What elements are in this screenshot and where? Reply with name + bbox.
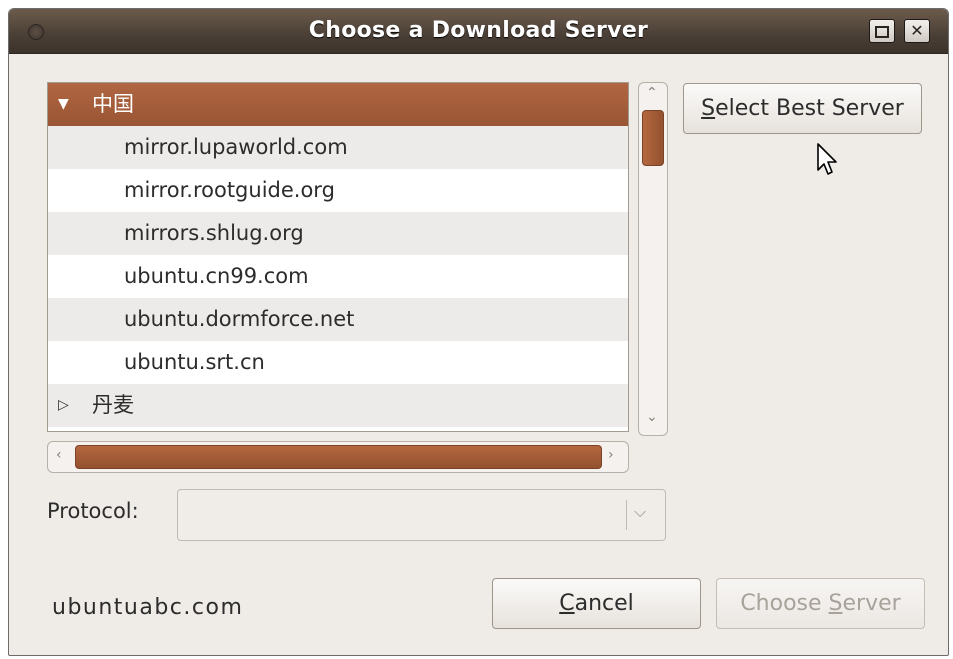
server-row[interactable]: ubuntu.srt.cn	[48, 341, 628, 384]
server-name: ubuntu.cn99.com	[124, 264, 309, 288]
server-name: mirror.rootguide.org	[124, 178, 335, 202]
horizontal-scrollbar[interactable]: ‹ ›	[47, 441, 629, 473]
group-row-china[interactable]: ▼ 中国	[48, 83, 628, 126]
server-row[interactable]: ubuntu.dormforce.net	[48, 298, 628, 341]
scroll-down-icon[interactable]: ⌄	[646, 409, 658, 425]
scroll-up-icon[interactable]: ⌃	[646, 85, 658, 101]
mnemonic-letter: C	[559, 591, 575, 616]
collapsed-triangle-icon[interactable]: ▷	[58, 384, 69, 427]
button-label: elect Best Server	[715, 96, 904, 121]
choose-server-button[interactable]: Choose Server	[716, 578, 925, 629]
server-row[interactable]: mirrors.shlug.org	[48, 212, 628, 255]
server-name: ubuntu.srt.cn	[124, 350, 265, 374]
group-row-denmark[interactable]: ▷ 丹麦	[48, 384, 628, 427]
window-title: Choose a Download Server	[308, 18, 649, 43]
mnemonic-letter: S	[828, 591, 843, 616]
select-best-server-button[interactable]: Select Best Server	[683, 83, 922, 134]
close-button[interactable]: ✕	[904, 19, 930, 43]
close-icon: ✕	[910, 21, 924, 40]
maximize-button[interactable]	[869, 19, 895, 43]
title-bar[interactable]: Choose a Download Server ✕	[9, 9, 948, 54]
button-label: Choose	[740, 591, 829, 616]
horizontal-scroll-thumb[interactable]	[75, 445, 602, 469]
server-row[interactable]: ubuntu.cn99.com	[48, 255, 628, 298]
server-name: mirrors.shlug.org	[124, 221, 304, 245]
vertical-scroll-thumb[interactable]	[642, 110, 664, 166]
server-name: mirror.lupaworld.com	[124, 135, 348, 159]
maximize-icon	[875, 26, 889, 38]
server-row[interactable]: mirror.lupaworld.com	[48, 126, 628, 169]
button-label: ancel	[574, 591, 634, 616]
mnemonic-letter: S	[701, 96, 716, 121]
mouse-pointer-icon	[817, 143, 837, 175]
footer-watermark: ubuntuabc.com	[52, 595, 244, 620]
group-label: 中国	[92, 92, 134, 116]
protocol-combobox[interactable]: ⌵	[177, 489, 666, 541]
download-server-dialog: Choose a Download Server ✕ ▼ 中国 mirror.l…	[8, 8, 949, 656]
protocol-label: Protocol:	[47, 499, 139, 523]
server-tree-list[interactable]: ▼ 中国 mirror.lupaworld.com mirror.rootgui…	[47, 82, 629, 432]
group-label: 丹麦	[92, 393, 134, 417]
expanded-triangle-icon[interactable]: ▼	[58, 83, 69, 126]
cancel-button[interactable]: Cancel	[492, 578, 701, 629]
scroll-right-icon[interactable]: ›	[608, 447, 614, 463]
server-row[interactable]: mirror.rootguide.org	[48, 169, 628, 212]
vertical-scrollbar[interactable]: ⌃ ⌄	[638, 82, 668, 436]
combo-separator	[626, 500, 627, 530]
button-label: erver	[842, 591, 901, 616]
chevron-down-icon[interactable]: ⌵	[634, 502, 646, 522]
server-name: ubuntu.dormforce.net	[124, 307, 355, 331]
scroll-left-icon[interactable]: ‹	[56, 447, 62, 463]
